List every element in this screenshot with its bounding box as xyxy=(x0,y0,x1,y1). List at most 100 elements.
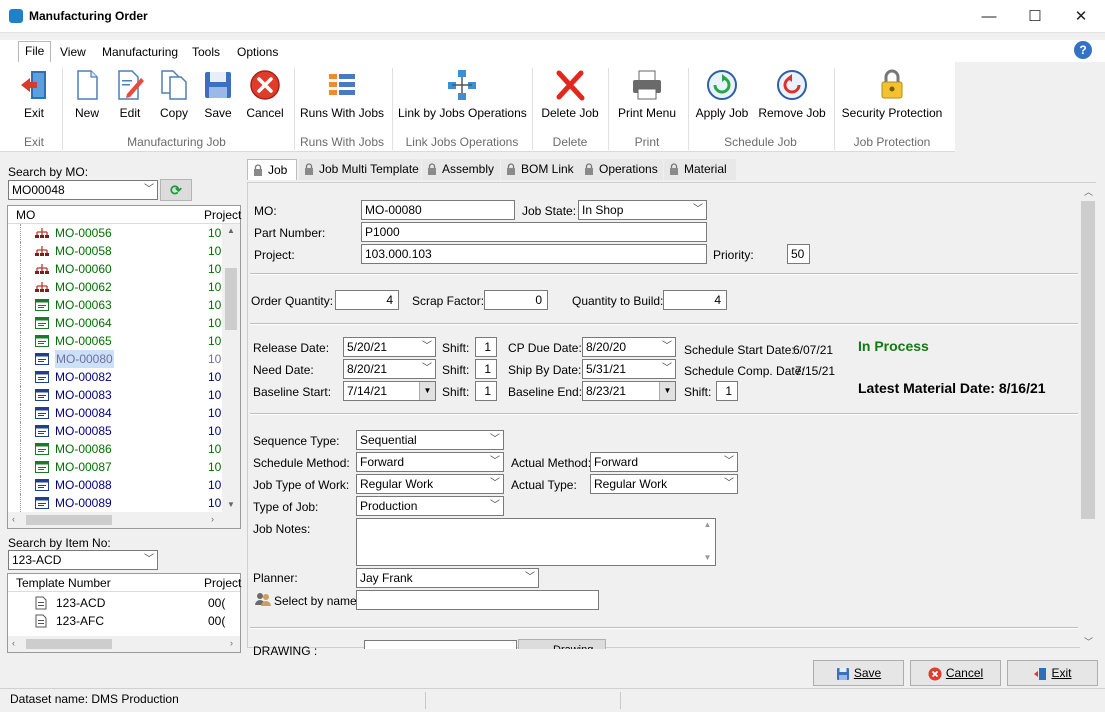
runs-with-jobs-button[interactable]: Runs With Jobs xyxy=(300,68,384,126)
template-list-item[interactable]: 123-AFC 00( xyxy=(8,612,240,630)
tab-material[interactable]: Material xyxy=(664,159,736,180)
security-protection-button[interactable]: Security Protection xyxy=(840,68,944,126)
actual-method-select[interactable]: Forward ﹀ xyxy=(590,452,738,472)
mo-label: MO: xyxy=(254,204,277,218)
drawing-button[interactable]: Drawing xyxy=(518,639,606,649)
template-project: 00( xyxy=(208,596,226,610)
lock-icon xyxy=(428,163,436,175)
sequence-type-select[interactable]: Sequential ﹀ xyxy=(356,430,504,450)
mo-list-item[interactable]: MO-00056 10( xyxy=(8,224,222,242)
new-button[interactable]: New xyxy=(67,68,107,126)
shift-field-2[interactable]: 1 xyxy=(475,359,497,379)
menu-manufacturing[interactable]: Manufacturing xyxy=(96,43,184,61)
mo-list-item[interactable]: MO-00086 10: xyxy=(8,440,222,458)
schedule-method-select[interactable]: Forward ﹀ xyxy=(356,452,504,472)
mo-hscroll-thumb[interactable] xyxy=(26,515,112,525)
search-by-item-combo[interactable]: 123-ACD ﹀ xyxy=(8,550,158,570)
menu-view[interactable]: View xyxy=(54,43,92,61)
exit-ribbon-button[interactable]: Exit xyxy=(12,68,56,126)
ship-by-date-picker[interactable]: 5/31/21 ﹀ xyxy=(582,359,676,379)
save-button[interactable]: Save xyxy=(813,660,904,686)
select-by-name-field[interactable] xyxy=(356,590,599,610)
mo-list-item[interactable]: MO-00080 10: xyxy=(8,350,222,368)
template-hscroll-thumb[interactable] xyxy=(26,639,112,649)
column-template-number[interactable]: Template Number xyxy=(16,574,111,592)
template-list-item[interactable]: 123-ACD 00( xyxy=(8,594,240,612)
mo-list-item[interactable]: MO-00088 10( xyxy=(8,476,222,494)
mo-list-item[interactable]: MO-00084 10: xyxy=(8,404,222,422)
mo-list-item[interactable]: MO-00064 10- xyxy=(8,314,222,332)
cp-due-date-picker[interactable]: 8/20/20 ﹀ xyxy=(582,337,676,357)
quantity-to-build-field[interactable]: 4 xyxy=(663,290,727,310)
menu-tools[interactable]: Tools xyxy=(186,43,226,61)
save-ribbon-button[interactable]: Save xyxy=(198,68,238,126)
release-date-picker[interactable]: 5/20/21 ﹀ xyxy=(343,337,436,357)
type-of-job-select[interactable]: Production ﹀ xyxy=(356,496,504,516)
tab-assembly[interactable]: Assembly xyxy=(422,159,500,180)
link-by-jobs-operations-button[interactable]: Link by Jobs Operations xyxy=(398,68,527,126)
print-menu-button[interactable]: Print Menu xyxy=(614,68,680,126)
mo-list-item[interactable]: MO-00058 10: xyxy=(8,242,222,260)
tab-job[interactable]: Job xyxy=(247,159,297,180)
project-field[interactable]: 103.000.103 xyxy=(361,244,707,264)
close-button[interactable]: ✕ xyxy=(1058,0,1104,33)
tab-bom-link[interactable]: BOM Link xyxy=(501,159,579,180)
notes-scrollbar[interactable]: ▲ ▼ xyxy=(700,519,715,565)
help-icon[interactable]: ? xyxy=(1074,41,1092,59)
shift-field-4[interactable]: 1 xyxy=(716,381,738,401)
mo-horizontal-scrollbar[interactable]: ‹ › xyxy=(8,512,240,528)
planner-select[interactable]: Jay Frank ﹀ xyxy=(356,568,539,588)
cancel-ribbon-button[interactable]: Cancel xyxy=(244,68,286,126)
job-type-of-work-select[interactable]: Regular Work ﹀ xyxy=(356,474,504,494)
column-project[interactable]: Project xyxy=(204,206,241,224)
mo-list-item[interactable]: MO-00089 10( xyxy=(8,494,222,512)
remove-job-button[interactable]: Remove Job xyxy=(756,68,828,126)
mo-list-item[interactable]: MO-00083 10- xyxy=(8,386,222,404)
baseline-end-picker[interactable]: 8/23/21 ▼ xyxy=(582,381,676,401)
edit-button[interactable]: Edit xyxy=(110,68,150,126)
cancel-button[interactable]: Cancel xyxy=(910,660,1001,686)
need-date-picker[interactable]: 8/20/21 ﹀ xyxy=(343,359,436,379)
apply-job-button[interactable]: Apply Job xyxy=(693,68,751,126)
column-template-project[interactable]: Project xyxy=(204,574,241,592)
form-vertical-scrollbar[interactable]: ︿ ﹀ xyxy=(1080,183,1096,648)
delete-job-button[interactable]: Delete Job xyxy=(538,68,602,126)
part-number-field[interactable]: P1000 xyxy=(361,222,707,242)
shift-field-3[interactable]: 1 xyxy=(475,381,497,401)
job-state-select[interactable]: In Shop ﹀ xyxy=(578,200,707,220)
menu-options[interactable]: Options xyxy=(231,43,284,61)
shift-field-1[interactable]: 1 xyxy=(475,337,497,357)
form-scroll-thumb[interactable] xyxy=(1081,201,1095,519)
schedule-start-label: Schedule Start Date: xyxy=(684,343,795,357)
tab-job-multi-template[interactable]: Job Multi Template xyxy=(299,159,421,180)
refresh-icon[interactable]: ⟳ xyxy=(160,179,192,201)
minimize-button[interactable]: — xyxy=(966,0,1012,33)
mo-vertical-scrollbar[interactable]: ▲ ▼ xyxy=(222,224,240,512)
mo-field[interactable]: MO-00080 xyxy=(361,200,515,220)
search-by-mo-combo[interactable]: MO00048 ﹀ xyxy=(8,180,158,200)
copy-button[interactable]: Copy xyxy=(154,68,194,126)
order-quantity-field[interactable]: 4 xyxy=(335,290,399,310)
scrap-factor-field[interactable]: 0 xyxy=(484,290,548,310)
shift-label: Shift: xyxy=(442,385,470,399)
mo-list-item[interactable]: MO-00065 10' xyxy=(8,332,222,350)
template-document-icon xyxy=(35,614,47,628)
mo-scroll-thumb[interactable] xyxy=(225,268,237,330)
mo-list-item[interactable]: MO-00062 10: xyxy=(8,278,222,296)
mo-list-item[interactable]: MO-00085 10: xyxy=(8,422,222,440)
tab-operations[interactable]: Operations xyxy=(579,159,663,180)
mo-list-item[interactable]: MO-00060 10' xyxy=(8,260,222,278)
maximize-button[interactable]: ☐ xyxy=(1012,0,1058,33)
drawing-field[interactable] xyxy=(364,640,517,649)
menu-file[interactable]: File xyxy=(18,41,52,62)
template-horizontal-scrollbar[interactable]: ‹ › xyxy=(8,636,240,652)
baseline-start-picker[interactable]: 7/14/21 ▼ xyxy=(343,381,436,401)
job-notes-textarea[interactable] xyxy=(356,518,716,566)
column-mo[interactable]: MO xyxy=(16,206,35,224)
mo-list-item[interactable]: MO-00082 10( xyxy=(8,368,222,386)
mo-list-item[interactable]: MO-00087 10: xyxy=(8,458,222,476)
actual-type-select[interactable]: Regular Work ﹀ xyxy=(590,474,738,494)
exit-button[interactable]: Exit xyxy=(1007,660,1098,686)
priority-field[interactable]: 50 xyxy=(787,244,810,264)
mo-list-item[interactable]: MO-00063 10' xyxy=(8,296,222,314)
